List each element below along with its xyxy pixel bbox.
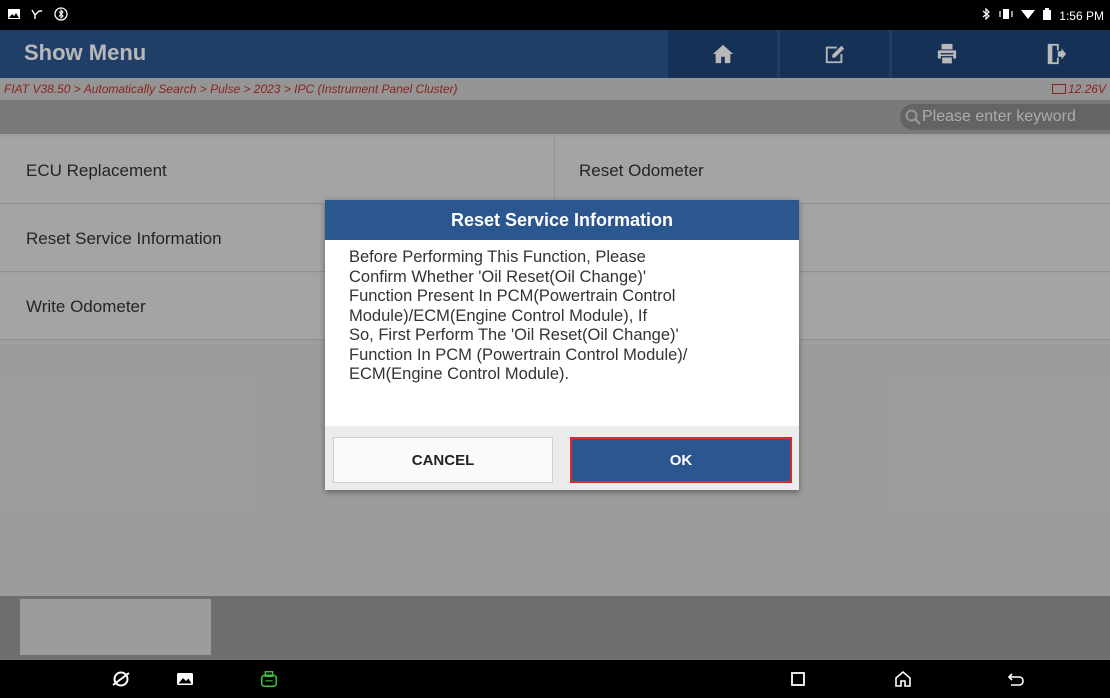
dialog-message-line: Function In PCM (Powertrain Control Modu… bbox=[349, 345, 688, 364]
dialog-message-line: ECM(Engine Control Module). bbox=[349, 365, 570, 383]
ok-button[interactable]: OK bbox=[570, 437, 792, 483]
home-nav-button[interactable] bbox=[892, 669, 914, 689]
back-button[interactable] bbox=[1005, 669, 1027, 689]
battery-icon bbox=[1043, 8, 1052, 23]
recents-icon bbox=[791, 672, 805, 686]
bluetooth-circle-icon bbox=[54, 7, 68, 24]
wifi-icon bbox=[1021, 8, 1036, 23]
vci-button[interactable] bbox=[258, 669, 280, 689]
dialog-message-line: Module)/ECM(Engine Control Module), If bbox=[349, 306, 648, 325]
vci-icon bbox=[260, 671, 278, 688]
gallery-icon bbox=[177, 673, 193, 685]
dialog-message-line: Confirm Whether 'Oil Reset(Oil Change)' bbox=[349, 267, 646, 286]
cancel-button[interactable]: CANCEL bbox=[333, 437, 553, 483]
vibrate-icon bbox=[999, 8, 1013, 23]
dialog-message-line: Before Performing This Function, Please bbox=[349, 248, 646, 266]
image-notification-icon bbox=[8, 8, 20, 23]
home-outline-icon bbox=[895, 670, 911, 687]
dialog-message-line: So, First Perform The 'Oil Reset(Oil Cha… bbox=[349, 326, 679, 344]
status-right-icons: 1:56 PM bbox=[981, 7, 1104, 23]
planet-icon bbox=[112, 671, 130, 687]
dialog-message: Before Performing This Function, Please … bbox=[325, 240, 799, 426]
reset-service-dialog: Reset Service Information Before Perform… bbox=[325, 200, 799, 490]
recents-button[interactable] bbox=[787, 669, 809, 689]
dialog-footer: CANCEL OK bbox=[325, 426, 799, 490]
system-nav-bar bbox=[0, 660, 1110, 698]
dialog-title: Reset Service Information bbox=[325, 200, 799, 240]
status-bar: 1:56 PM bbox=[0, 0, 1110, 30]
status-left-icons bbox=[8, 7, 68, 24]
usb-debug-icon bbox=[30, 8, 44, 23]
browser-button[interactable] bbox=[110, 669, 132, 689]
dialog-message-line: Function Present In PCM(Powertrain Contr… bbox=[349, 287, 676, 305]
bluetooth-icon bbox=[981, 7, 991, 23]
gallery-button[interactable] bbox=[174, 669, 196, 689]
back-arrow-icon bbox=[1007, 673, 1024, 686]
status-time: 1:56 PM bbox=[1059, 8, 1104, 23]
